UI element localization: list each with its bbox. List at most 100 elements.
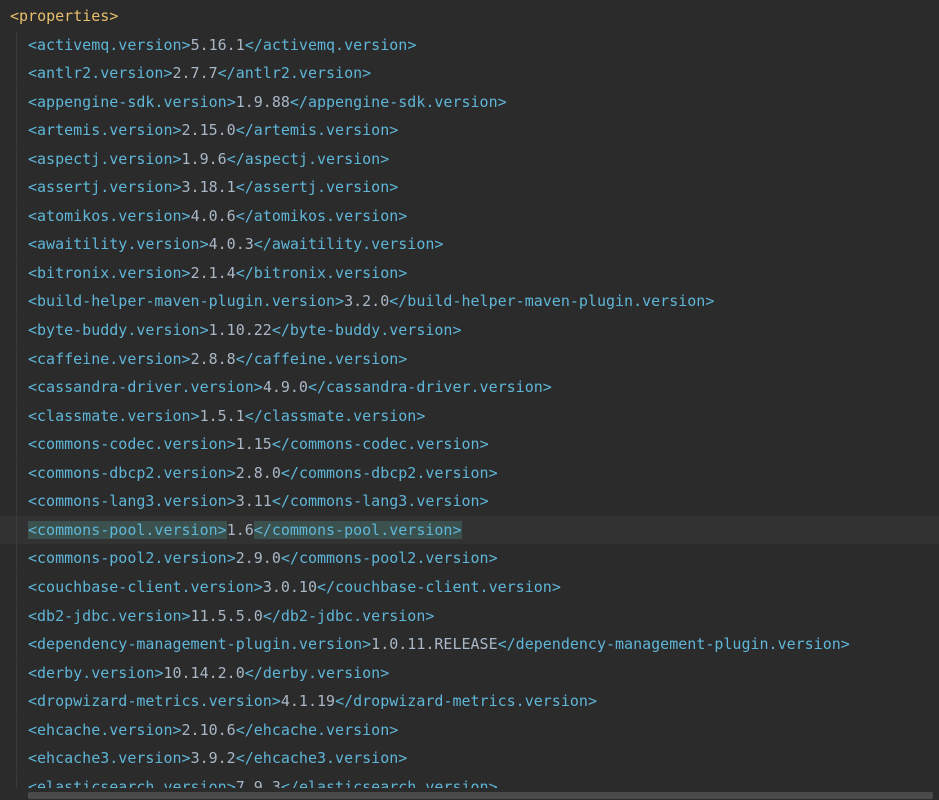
open-tag: <db2-jdbc.version> <box>28 606 191 625</box>
code-line[interactable]: <dropwizard-metrics.version>4.1.19</drop… <box>0 687 939 716</box>
property-element: <commons-lang3.version>3.11</commons-lan… <box>28 487 489 515</box>
property-element: <dropwizard-metrics.version>4.1.19</drop… <box>28 687 597 715</box>
indent-guide <box>16 572 17 601</box>
property-name: build-helper-maven-plugin.version <box>37 292 336 311</box>
property-value: 2.8.8 <box>190 349 236 368</box>
property-name-close: commons-lang3.version <box>289 492 480 511</box>
code-line[interactable]: <cassandra-driver.version>4.9.0</cassand… <box>0 373 939 402</box>
close-tag: </build-helper-maven-plugin.version> <box>389 292 715 311</box>
close-tag: </classmate.version> <box>244 406 426 425</box>
code-line-root[interactable]: <properties> <box>0 2 939 30</box>
property-name-close: atomikos.version <box>253 206 399 225</box>
property-element: <assertj.version>3.18.1</assertj.version… <box>28 173 398 201</box>
property-element: <commons-pool2.version>2.9.0</commons-po… <box>28 544 498 572</box>
code-line[interactable]: <dependency-management-plugin.version>1.… <box>0 630 939 659</box>
property-value: 2.8.0 <box>235 463 281 482</box>
open-tag: <couchbase-client.version> <box>28 577 263 596</box>
code-line[interactable]: <appengine-sdk.version>1.9.88</appengine… <box>0 87 939 116</box>
open-tag: <byte-buddy.version> <box>28 321 209 339</box>
close-tag: </caffeine.version> <box>235 349 408 368</box>
property-element: <commons-dbcp2.version>2.8.0</commons-db… <box>28 459 498 487</box>
property-name-close: artemis.version <box>253 121 390 140</box>
open-tag: <ehcache3.version> <box>28 749 191 768</box>
code-line[interactable]: <couchbase-client.version>3.0.10</couchb… <box>0 572 939 601</box>
property-name-close: couchbase-client.version <box>335 577 552 596</box>
close-tag: </derby.version> <box>244 663 390 682</box>
property-name: couchbase-client.version <box>37 577 254 596</box>
close-tag: </aspectj.version> <box>226 149 390 168</box>
property-element: <derby.version>10.14.2.0</derby.version> <box>28 659 389 687</box>
property-element: <couchbase-client.version>3.0.10</couchb… <box>28 573 561 601</box>
property-name-close: commons-pool.version <box>271 520 453 539</box>
open-tag: <dropwizard-metrics.version> <box>28 692 281 711</box>
code-line[interactable]: <antlr2.version>2.7.7</antlr2.version> <box>0 59 939 88</box>
property-name: cassandra-driver.version <box>37 378 254 397</box>
property-element: <atomikos.version>4.0.6</atomikos.versio… <box>28 202 407 230</box>
open-tag: <commons-pool2.version> <box>28 549 236 568</box>
close-tag: </db2-jdbc.version> <box>262 606 435 625</box>
code-line[interactable]: <classmate.version>1.5.1</classmate.vers… <box>0 401 939 430</box>
property-value: 1.9.88 <box>235 92 290 111</box>
property-name: commons-pool2.version <box>37 549 227 568</box>
close-tag: </dependency-management-plugin.version> <box>497 635 850 654</box>
close-tag: </bitronix.version> <box>235 263 408 282</box>
code-line[interactable]: <commons-lang3.version>3.11</commons-lan… <box>0 487 939 516</box>
property-value: 4.9.0 <box>262 378 308 397</box>
property-name: awaitility.version <box>37 235 200 254</box>
code-line[interactable]: <assertj.version>3.18.1</assertj.version… <box>0 173 939 202</box>
open-tag: <derby.version> <box>28 663 164 682</box>
property-element: <appengine-sdk.version>1.9.88</appengine… <box>28 88 507 116</box>
code-editor[interactable]: <properties> <activemq.version>5.16.1</a… <box>0 0 939 800</box>
code-line[interactable]: <awaitility.version>4.0.3</awaitility.ve… <box>0 230 939 259</box>
property-value: 2.10.6 <box>181 720 236 739</box>
code-line[interactable]: <commons-pool2.version>2.9.0</commons-po… <box>0 544 939 573</box>
code-line[interactable]: <ehcache3.version>3.9.2</ehcache3.versio… <box>0 744 939 773</box>
property-value: 2.7.7 <box>172 64 218 83</box>
property-name: artemis.version <box>37 121 173 140</box>
root-open-tag: <properties> <box>10 7 119 25</box>
code-line[interactable]: <ehcache.version>2.10.6</ehcache.version… <box>0 715 939 744</box>
property-name: aspectj.version <box>37 149 173 168</box>
property-name-close: classmate.version <box>262 406 417 425</box>
code-line[interactable]: <db2-jdbc.version>11.5.5.0</db2-jdbc.ver… <box>0 601 939 630</box>
code-line[interactable]: <build-helper-maven-plugin.version>3.2.0… <box>0 287 939 316</box>
open-tag: <bitronix.version> <box>28 263 191 282</box>
property-name: antlr2.version <box>37 64 164 83</box>
property-name: classmate.version <box>37 406 191 425</box>
close-tag: </cassandra-driver.version> <box>307 378 552 397</box>
property-value: 4.1.19 <box>280 692 336 711</box>
open-tag: <assertj.version> <box>28 178 182 197</box>
property-element: <activemq.version>5.16.1</activemq.versi… <box>28 31 416 59</box>
code-line[interactable]: <commons-pool.version>1.6</commons-pool.… <box>0 515 939 544</box>
close-tag: </assertj.version> <box>235 178 399 197</box>
property-name-close: bitronix.version <box>253 263 399 282</box>
code-line[interactable]: <artemis.version>2.15.0</artemis.version… <box>0 116 939 145</box>
property-name-close: aspectj.version <box>244 149 381 168</box>
open-tag: <commons-lang3.version> <box>28 492 236 511</box>
close-tag: </artemis.version> <box>235 121 399 140</box>
property-element: <cassandra-driver.version>4.9.0</cassand… <box>28 373 552 401</box>
property-name: commons-lang3.version <box>37 492 227 511</box>
code-line[interactable]: <byte-buddy.version>1.10.22</byte-buddy.… <box>0 316 939 344</box>
open-tag: <classmate.version> <box>28 406 200 425</box>
property-name-close: ehcache.version <box>253 720 390 739</box>
indent-guide <box>16 144 17 173</box>
code-line[interactable]: <commons-dbcp2.version>2.8.0</commons-db… <box>0 458 939 487</box>
code-line[interactable]: <activemq.version>5.16.1</activemq.versi… <box>0 30 939 59</box>
scrollbar-thumb[interactable] <box>28 792 933 799</box>
horizontal-scrollbar[interactable] <box>0 788 939 800</box>
property-name: commons-dbcp2.version <box>37 463 227 482</box>
property-name: commons-pool.version <box>37 520 218 539</box>
code-line[interactable]: <aspectj.version>1.9.6</aspectj.version> <box>0 144 939 173</box>
property-value: 3.0.10 <box>262 577 317 596</box>
code-line[interactable]: <commons-codec.version>1.15</commons-cod… <box>0 430 939 459</box>
property-name-close: cassandra-driver.version <box>326 378 543 397</box>
property-element: <antlr2.version>2.7.7</antlr2.version> <box>28 59 371 87</box>
code-line[interactable]: <derby.version>10.14.2.0</derby.version> <box>0 658 939 687</box>
indent-guide <box>16 87 17 116</box>
code-line[interactable]: <caffeine.version>2.8.8</caffeine.versio… <box>0 344 939 373</box>
code-line[interactable]: <bitronix.version>2.1.4</bitronix.versio… <box>0 258 939 287</box>
property-name: ehcache.version <box>37 720 173 739</box>
code-line[interactable]: <atomikos.version>4.0.6</atomikos.versio… <box>0 201 939 230</box>
property-name-close: awaitility.version <box>271 235 435 254</box>
